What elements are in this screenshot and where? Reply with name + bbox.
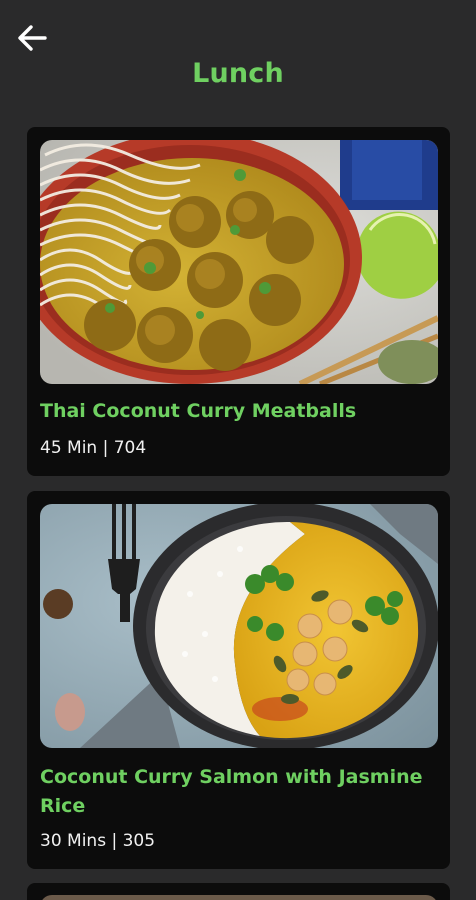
recipe-card[interactable]: Thai Coconut Curry Meatballs 45 Min | 70…	[27, 127, 450, 476]
page-title: Lunch	[192, 58, 284, 89]
recipe-image	[40, 504, 438, 748]
recipe-list-screen: Lunch Thai Coconut Curry Meatballs 45 Mi…	[0, 0, 476, 900]
recipe-card[interactable]	[27, 883, 450, 900]
back-button[interactable]	[14, 20, 50, 56]
recipe-title[interactable]: Thai Coconut Curry Meatballs	[40, 397, 436, 426]
recipe-image	[40, 140, 438, 384]
recipe-title[interactable]: Coconut Curry Salmon with Jasmine Rice	[40, 763, 436, 821]
recipe-image	[40, 895, 438, 900]
recipe-meta: 30 Mins | 305	[40, 831, 156, 851]
arrow-left-icon	[17, 25, 47, 51]
recipe-card[interactable]: Coconut Curry Salmon with Jasmine Rice 3…	[27, 491, 450, 869]
recipe-meta: 45 Min | 704	[40, 438, 147, 458]
